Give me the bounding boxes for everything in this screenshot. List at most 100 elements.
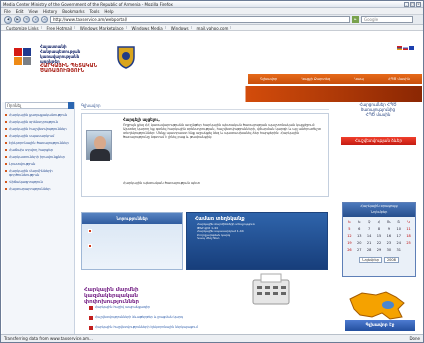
sidebar-item[interactable]: Հարկատուների իրավունքներ — [5, 155, 75, 159]
calendar-day[interactable]: 7 — [365, 226, 374, 232]
title-bar: Media Center Ministry of the Government … — [1, 1, 423, 8]
sidebar-item[interactable]: Հայտարարություններ — [5, 187, 75, 191]
bullet-icon — [5, 128, 7, 130]
download-link[interactable]: Հարկային հաշվետվությունների էլեկտրոնային… — [89, 325, 239, 330]
menu-help[interactable]: Help — [104, 9, 113, 14]
bookmark-windows-media[interactable]: Windows Media — [130, 26, 166, 30]
calendar-day[interactable]: 20 — [355, 240, 364, 246]
menu-file[interactable]: File — [4, 9, 11, 14]
breadcrumb[interactable]: Գլխավոր — [81, 103, 329, 110]
bookmark-windows[interactable]: Windows — [169, 26, 192, 30]
calendar-day[interactable]: 15 — [375, 233, 384, 239]
menu-tools[interactable]: Tools — [90, 9, 100, 14]
search-input[interactable]: Google — [361, 16, 413, 23]
site-search-input[interactable]: Որոնել — [5, 102, 69, 109]
menu-view[interactable]: View — [28, 9, 38, 14]
url-field[interactable]: http://www.taxservice.am/webportal/ — [50, 16, 350, 23]
right-sidebar: Հարցումներ ՀՊԾ ծառայությունից ՀՊԾ մասին … — [332, 102, 422, 334]
calendar-day[interactable]: 18 — [404, 233, 413, 239]
maximize-button[interactable]: □ — [410, 2, 415, 7]
calendar-day[interactable]: 11 — [404, 226, 413, 232]
minimize-button[interactable]: _ — [404, 2, 409, 7]
calendar-day[interactable]: 8 — [375, 226, 384, 232]
news-bullet-icon[interactable] — [88, 229, 92, 233]
calendar-day[interactable]: 31 — [394, 247, 403, 253]
reports-button[interactable]: Հաշվետվության ձևեր — [341, 137, 416, 145]
calendar-day[interactable]: 19 — [345, 240, 354, 246]
sidebar-item[interactable]: Հարկային մարմինների գործունեություն — [5, 169, 75, 177]
flag-icon[interactable] — [397, 46, 402, 50]
menu-history[interactable]: History — [43, 9, 57, 14]
info-line[interactable]: Կապ մեզ հետ — [187, 236, 327, 241]
sidebar-item[interactable]: Լրատվություն — [5, 162, 75, 166]
stop-icon[interactable]: × — [32, 16, 39, 23]
bullet-icon — [5, 181, 7, 183]
topnav-about[interactable]: ՀՊԾ մասին — [388, 77, 410, 81]
bookmark-free-hotmail[interactable]: Free Hotmail — [45, 26, 75, 30]
year-select[interactable]: 2008 — [383, 257, 399, 263]
topnav-sitemap[interactable]: Կայքի Քարտեզ — [302, 77, 331, 81]
calendar-day[interactable]: 9 — [384, 226, 393, 232]
calendar-day[interactable]: 24 — [394, 240, 403, 246]
calendar-day[interactable]: 22 — [375, 240, 384, 246]
home-page-button[interactable]: Գլխավոր էջ — [345, 320, 415, 331]
page-content: Հայաստանի Հանրապետության կառավարությանն … — [2, 32, 422, 334]
back-arrow-icon[interactable]: ◀ — [4, 15, 12, 24]
go-button[interactable]: ► — [352, 16, 359, 23]
calendar-day[interactable]: 13 — [355, 233, 364, 239]
sidebar-menu: Հարկային քաղաքականություն Հարկային օրենս… — [5, 113, 75, 194]
home-icon[interactable]: ⌂ — [41, 16, 48, 23]
search-button[interactable] — [68, 102, 74, 109]
sidebar-item[interactable]: Հարկային քաղաքականություն — [5, 113, 75, 117]
sidebar-item[interactable]: Հարկային հաշվետվություններ — [5, 127, 75, 131]
calendar-day[interactable]: 23 — [384, 240, 393, 246]
director-photo — [86, 130, 112, 161]
calendar-day[interactable]: 6 — [355, 226, 364, 232]
calendar-day[interactable]: 21 — [365, 240, 374, 246]
sidebar-item[interactable]: Վիճակագրություն — [5, 180, 75, 184]
calendar-day[interactable]: 29 — [375, 247, 384, 253]
sidebar-item[interactable]: Էլեկտրոնային ծառայություններ — [5, 141, 75, 145]
calendar-grid: Ե Ե Չ Հ Ու Շ Կ 5 6 7 8 9 10 11 12 13 14 — [343, 217, 415, 255]
site-header: Հայաստանի Հանրապետության կառավարությանն … — [2, 32, 422, 86]
logo-icon — [14, 48, 31, 65]
calendar-day[interactable]: 10 — [394, 226, 403, 232]
bookmark-windows-marketplace[interactable]: Windows Marketplace — [78, 26, 127, 30]
download-link[interactable]: Հաշվետվությունների ձևաթերթեր և լրացման կ… — [89, 315, 239, 320]
month-select[interactable]: Նոյեմբեր — [359, 257, 382, 263]
info-panel: Համառ տեղեկանք Հարկային մարմինների տեսչո… — [186, 212, 328, 270]
reload-icon[interactable]: ↻ — [23, 16, 30, 23]
calendar-day[interactable]: 26 — [345, 247, 354, 253]
topnav-contact[interactable]: Կապ — [354, 77, 363, 81]
bookmark-yahoo-mail[interactable]: mail.yahoo.com — [195, 26, 232, 30]
calendar-day[interactable]: 5 — [345, 226, 354, 232]
news-bullet-icon[interactable] — [88, 244, 92, 248]
calendar-day[interactable]: 27 — [355, 247, 364, 253]
calendar-day[interactable]: 16 — [384, 233, 393, 239]
status-bar: Transferring data from www.taxservice.am… — [1, 334, 423, 342]
calendar-title: Հարկային օրացույց Նոյեմբեր — [343, 203, 415, 217]
menu-edit[interactable]: Edit — [16, 9, 24, 14]
armenia-map-icon[interactable] — [346, 289, 409, 322]
topnav-home[interactable]: Գլխավոր — [260, 77, 277, 81]
calendar-day[interactable]: 28 — [365, 247, 374, 253]
sidebar-item[interactable]: Հարկային սպասարկում — [5, 134, 75, 138]
forward-arrow-icon[interactable]: ▶ — [14, 16, 21, 23]
flag-icon[interactable] — [403, 46, 408, 50]
calendar-selectors: Նոյեմբեր 2008 — [343, 257, 415, 263]
menu-bookmarks[interactable]: Bookmarks — [62, 9, 84, 14]
calendar-day[interactable]: 12 — [345, 233, 354, 239]
window-title: Media Center Ministry of the Government … — [3, 2, 173, 7]
sidebar-item[interactable]: Հարկային օրենսդրություն — [5, 120, 75, 124]
sidebar-item[interactable]: Հաճախ տրվող հարցեր — [5, 148, 75, 152]
welcome-text: Ողջույն քեզ ՀՀ կառավարությանն առընթեր հա… — [123, 123, 321, 139]
flag-icon[interactable] — [409, 46, 414, 50]
close-button[interactable]: × — [416, 2, 421, 7]
calendar-day[interactable]: 25 — [404, 240, 413, 246]
menu-bar: File Edit View History Bookmarks Tools H… — [1, 8, 423, 15]
calendar-day[interactable]: 30 — [384, 247, 393, 253]
calendar-day[interactable]: 14 — [365, 233, 374, 239]
calendar-day[interactable]: 17 — [394, 233, 403, 239]
download-link[interactable]: Հարկային հաշիվ ապրանքագիր — [89, 305, 239, 310]
bookmark-customize-links[interactable]: Customize Links — [4, 26, 42, 30]
